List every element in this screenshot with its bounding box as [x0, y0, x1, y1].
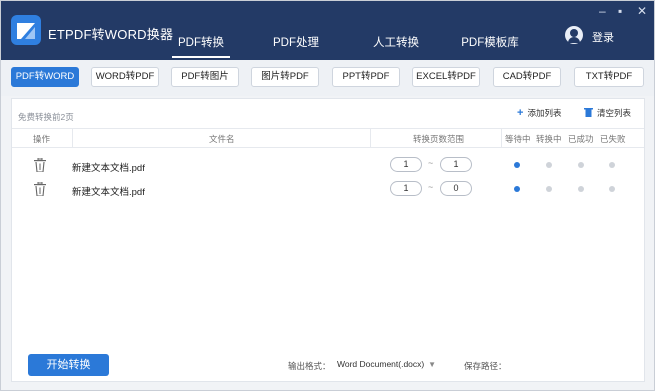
close-icon[interactable]: ✕ — [637, 4, 647, 18]
pdf-to-word-button[interactable]: PDF转WORD — [11, 67, 79, 87]
status-waiting-dot — [514, 162, 520, 168]
image-to-pdf-button[interactable]: 图片转PDF — [251, 67, 319, 87]
column-header-converting: 转换中 — [536, 134, 562, 144]
column-divider — [72, 128, 73, 148]
minimize-icon[interactable]: – — [599, 4, 606, 18]
page-from-input[interactable]: 1 — [390, 181, 422, 196]
chevron-down-icon: ▼ — [428, 360, 436, 369]
txt-to-pdf-button[interactable]: TXT转PDF — [574, 67, 644, 87]
cad-to-pdf-button[interactable]: CAD转PDF — [493, 67, 561, 87]
add-list-button[interactable]: + 添加列表 — [517, 107, 561, 119]
table-header: 操作 文件名 转换页数范围 等待中 转换中 已成功 已失败 — [12, 128, 644, 148]
output-format-select[interactable]: Word Document(.docx) ▼ — [337, 356, 440, 373]
range-separator: ~ — [428, 182, 434, 192]
tab-pdf-process[interactable]: PDF处理 — [258, 33, 334, 60]
clear-list-label: 清空列表 — [597, 108, 632, 118]
pdf-to-image-button[interactable]: PDF转图片 — [171, 67, 239, 87]
plus-icon: + — [517, 107, 524, 119]
save-path-label: 保存路径： — [464, 361, 507, 371]
save-path-field[interactable] — [503, 356, 641, 373]
user-avatar-icon[interactable] — [565, 26, 583, 44]
file-name: 新建文本文档.pdf — [72, 163, 145, 174]
status-failed-dot — [609, 186, 615, 192]
page-to-input[interactable]: 1 — [440, 157, 472, 172]
column-header-page-range: 转换页数范围 — [413, 134, 465, 144]
tab-manual-convert[interactable]: 人工转换 — [358, 33, 434, 60]
trash-icon — [584, 108, 593, 117]
login-link[interactable]: 登录 — [592, 29, 614, 45]
table-row: 新建文本文档.pdf 1 ~ 0 — [12, 178, 644, 202]
range-separator: ~ — [428, 158, 434, 168]
status-success-dot — [578, 162, 584, 168]
page-to-input[interactable]: 0 — [440, 181, 472, 196]
tab-pdf-convert[interactable]: PDF转换 — [166, 33, 236, 60]
status-success-dot — [578, 186, 584, 192]
status-converting-dot — [546, 162, 552, 168]
function-bar: PDF转WORD WORD转PDF PDF转图片 图片转PDF PPT转PDF … — [1, 60, 654, 96]
column-header-success: 已成功 — [568, 134, 594, 144]
status-failed-dot — [609, 162, 615, 168]
word-to-pdf-button[interactable]: WORD转PDF — [91, 67, 159, 87]
output-format-label: 输出格式： — [288, 361, 331, 371]
clear-list-button[interactable]: 清空列表 — [584, 107, 631, 119]
title-bar: ETPDF转WORD换器 PDF转换 PDF处理 人工转换 PDF模板库 – ▪… — [1, 1, 654, 60]
status-waiting-dot — [514, 186, 520, 192]
trash-icon[interactable] — [34, 182, 46, 196]
column-header-op: 操作 — [33, 134, 51, 144]
free-pages-note: 免费转换前2页 — [18, 112, 74, 122]
add-list-label: 添加列表 — [527, 108, 562, 118]
trash-icon[interactable] — [34, 158, 46, 172]
column-header-failed: 已失败 — [600, 134, 626, 144]
maximize-icon[interactable]: ▪ — [618, 4, 622, 18]
app-title: ETPDF转WORD换器 — [48, 27, 174, 42]
ppt-to-pdf-button[interactable]: PPT转PDF — [332, 67, 400, 87]
tab-pdf-templates[interactable]: PDF模板库 — [448, 33, 532, 60]
table-row: 新建文本文档.pdf 1 ~ 1 — [12, 154, 644, 178]
app-window: ETPDF转WORD换器 PDF转换 PDF处理 人工转换 PDF模板库 – ▪… — [0, 0, 655, 391]
column-header-waiting: 等待中 — [505, 134, 531, 144]
file-name: 新建文本文档.pdf — [72, 187, 145, 198]
column-divider — [370, 128, 371, 148]
column-header-filename: 文件名 — [209, 134, 235, 144]
start-convert-button[interactable]: 开始转换 — [28, 354, 109, 376]
page-from-input[interactable]: 1 — [390, 157, 422, 172]
output-format-value: Word Document(.docx) — [337, 359, 425, 369]
app-logo-icon — [11, 15, 41, 45]
excel-to-pdf-button[interactable]: EXCEL转PDF — [412, 67, 480, 87]
status-converting-dot — [546, 186, 552, 192]
column-divider — [501, 128, 502, 148]
